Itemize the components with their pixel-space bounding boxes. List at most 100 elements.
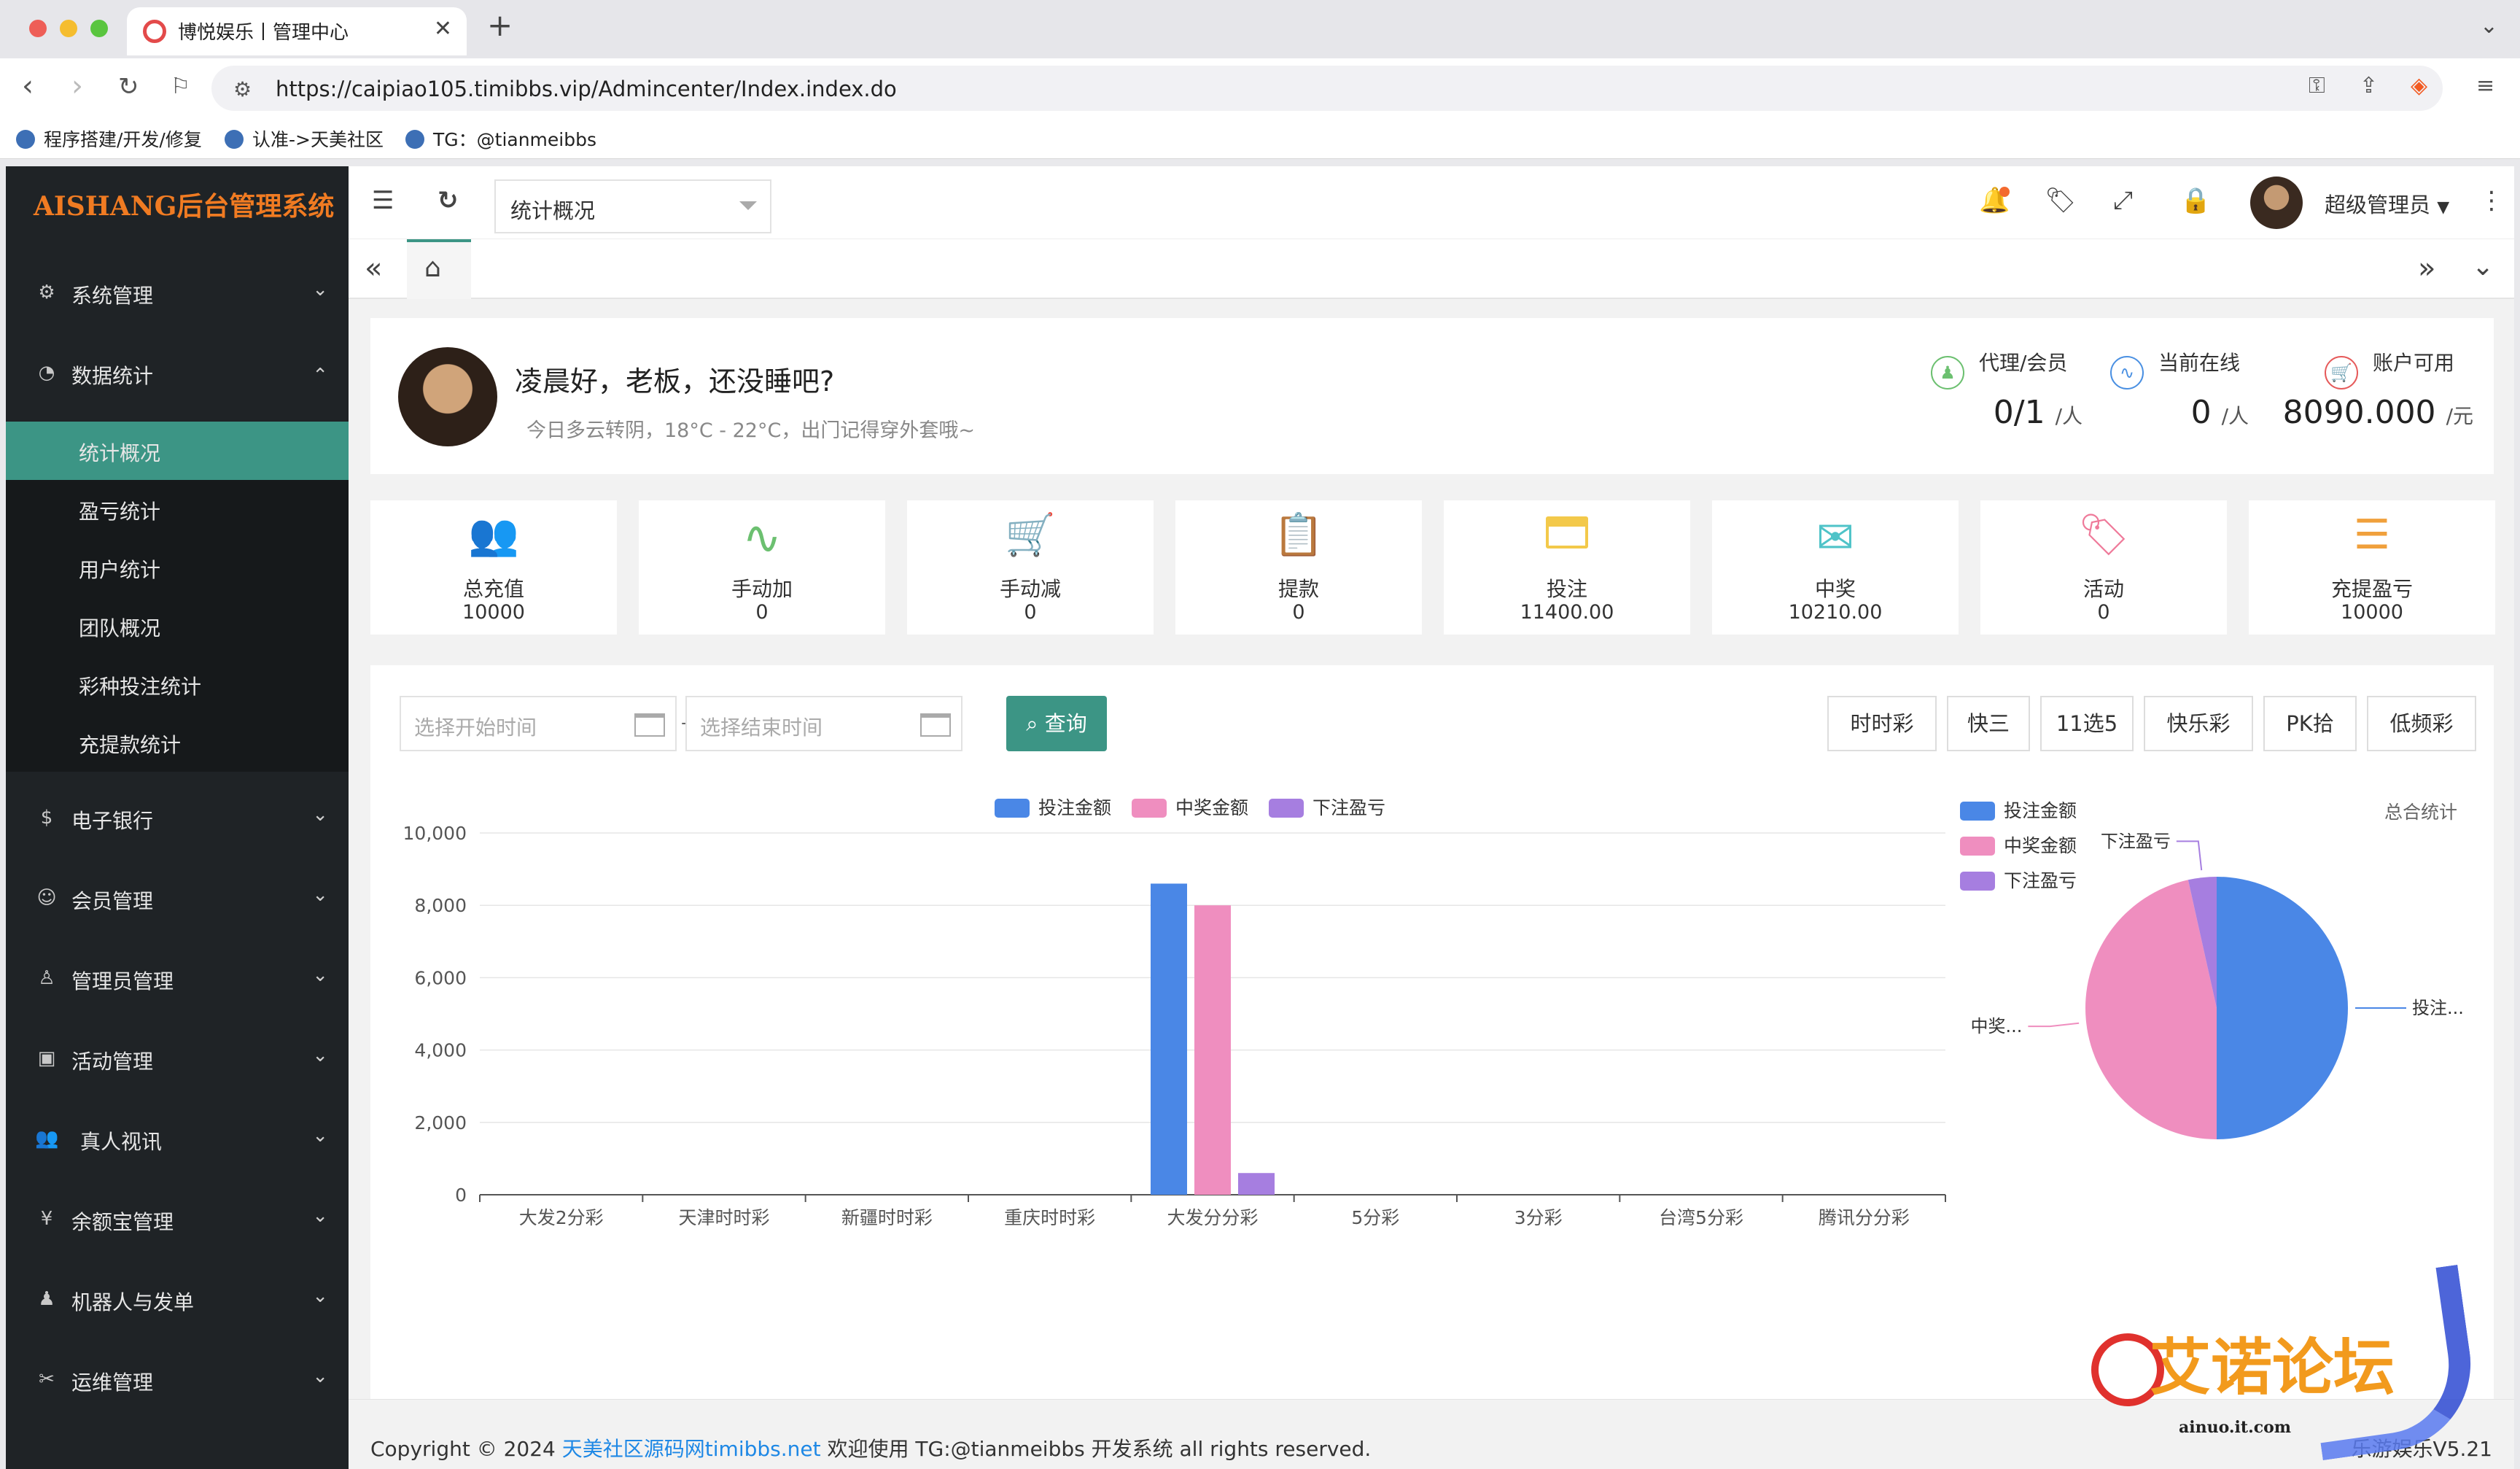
kpi-value: 0 [2097, 601, 2110, 624]
chevron-down-icon: ⌄ [312, 1125, 328, 1147]
brave-shield-icon[interactable]: ◈ [2411, 73, 2427, 98]
start-date-input[interactable]: 选择开始时间 [400, 696, 677, 751]
new-tab-icon[interactable]: + [487, 10, 513, 41]
refresh-icon[interactable]: ↻ [438, 188, 459, 213]
bookmark-label: 程序搭建/开发/修复 [44, 129, 202, 150]
sidebar-subitem-label: 统计概况 [79, 441, 161, 465]
browser-tab-bar: 博悦娱乐丨管理中心 ✕ + ⌄ [0, 0, 2520, 58]
sidebar-item-system[interactable]: ⚙ 系统管理 ⌄ [6, 257, 349, 330]
stat-agent-member: ♟ 代理/会员 0/1 /人 [1931, 347, 2082, 431]
fullscreen-icon[interactable]: ⤢ [2113, 188, 2133, 213]
site-settings-icon[interactable]: ⚙ [233, 77, 252, 101]
minimize-window-button[interactable] [60, 20, 77, 37]
sidebar-subitem-profit[interactable]: 盈亏统计 [6, 480, 349, 538]
filter-label: 低频彩 [2389, 711, 2454, 736]
close-window-button[interactable] [29, 20, 47, 37]
avatar[interactable] [2250, 177, 2303, 229]
filter-kuai3[interactable]: 快三 [1947, 696, 2030, 751]
scroll-right-icon[interactable]: » [2418, 254, 2435, 283]
tabs-dropdown-icon[interactable]: ⌄ [2472, 254, 2494, 280]
x-tick-label: 台湾5分彩 [1659, 1207, 1743, 1228]
sidebar-item-ops[interactable]: ✂ 运维管理 ⌄ [6, 1344, 349, 1416]
stat-online: ∿ 当前在线 0 /人 [2110, 347, 2271, 431]
gear-icon: ⚙ [38, 282, 55, 303]
sidebar-item-label: 数据统计 [71, 364, 154, 388]
stat-unit: /元 [2446, 404, 2473, 428]
app-topbar: ☰ ↻ 统计概况 🔔 🏷 ⤢ 🔒 超级管理员 ▼ ⋮ [349, 166, 2514, 239]
group-icon: 👥 [35, 1128, 59, 1150]
bookmark-item[interactable]: TG：@tianmeibbs [405, 125, 596, 152]
cart-icon: 🛒 [2325, 356, 2358, 389]
legend-item[interactable]: 投注金额 [1960, 794, 2077, 829]
close-tab-icon[interactable]: ✕ [434, 16, 452, 42]
filter-kuailecai[interactable]: 快乐彩 [2144, 696, 2253, 751]
kpi-value: 0 [1024, 601, 1037, 624]
browser-tab[interactable]: 博悦娱乐丨管理中心 ✕ [127, 7, 467, 55]
pie-label: 投注... [2412, 998, 2464, 1018]
x-tick-label: 大发2分彩 [519, 1207, 604, 1228]
footer-link[interactable]: 天美社区源码网timibbs.net [562, 1437, 821, 1461]
bookmark-favicon-icon [405, 130, 424, 149]
collapse-menu-icon[interactable]: ☰ [372, 188, 394, 213]
sidebar-subitem-deposits[interactable]: 充提款统计 [6, 713, 349, 772]
bookmark-label: TG：@tianmeibbs [433, 129, 596, 150]
tab-menu-chevron-icon[interactable]: ⌄ [2480, 13, 2498, 39]
sidebar-item-statistics[interactable]: ◔ 数据统计 ⌃ [6, 337, 349, 410]
sidebar-item-members[interactable]: ☺ 会员管理 ⌄ [6, 862, 349, 935]
x-tick-label: 3分彩 [1514, 1207, 1563, 1228]
sidebar-subitem-label: 充提款统计 [79, 733, 182, 757]
end-date-input[interactable]: 选择结束时间 [685, 696, 962, 751]
query-button[interactable]: ⌕ 查询 [1006, 696, 1107, 751]
browser-menu-icon[interactable]: ≡ [2476, 73, 2494, 98]
legend-swatch [1960, 802, 1995, 821]
filter-label: 快乐彩 [2166, 711, 2231, 736]
maximize-window-button[interactable] [90, 20, 108, 37]
filter-pk10[interactable]: PK拾 [2263, 696, 2357, 751]
sidebar-item-yuebao[interactable]: ¥ 余额宝管理 ⌄ [6, 1183, 349, 1256]
watermark-subtext: ainuo.it.com [2179, 1418, 2292, 1437]
page-select[interactable]: 统计概况 [494, 179, 771, 233]
sidebar-subitem-overview[interactable]: 统计概况 [6, 422, 349, 480]
bookmark-item[interactable]: 程序搭建/开发/修复 [16, 125, 202, 152]
back-icon[interactable]: ‹ [22, 71, 34, 101]
user-menu[interactable]: 超级管理员 ▼ [2325, 188, 2449, 219]
kpi-value: 0 [755, 601, 769, 624]
stat-label: 当前在线 [2158, 351, 2241, 375]
address-bar[interactable]: ⚙ https://caipiao105.timibbs.vip/Admince… [211, 66, 2443, 111]
app-logo: AISHANG后台管理系统 [34, 191, 335, 222]
y-tick-label: 2,000 [414, 1112, 467, 1133]
sidebar-subitem-lottery-bets[interactable]: 彩种投注统计 [6, 655, 349, 713]
sidebar-item-ebank[interactable]: $ 电子银行 ⌄ [6, 782, 349, 855]
chevron-down-icon: ⌄ [312, 804, 328, 826]
filter-shishicai[interactable]: 时时彩 [1827, 696, 1937, 751]
sidebar-subitem-users[interactable]: 用户统计 [6, 538, 349, 597]
tag-icon[interactable]: 🏷 [2045, 188, 2076, 213]
more-vertical-icon[interactable]: ⋮ [2479, 188, 2504, 213]
sidebar-item-live-video[interactable]: 👥 真人视讯 ⌄ [6, 1103, 349, 1176]
sidebar-item-robots[interactable]: ♟ 机器人与发单 ⌄ [6, 1263, 349, 1336]
sidebar-subitem-team[interactable]: 团队概况 [6, 597, 349, 655]
filter-11x5[interactable]: 11选5 [2040, 696, 2134, 751]
kpi-card-withdraw: 📋 提款 0 [1175, 500, 1422, 635]
forward-icon[interactable]: › [71, 71, 83, 101]
sidebar-item-admins[interactable]: ♙ 管理员管理 ⌄ [6, 942, 349, 1015]
reload-icon[interactable]: ↻ [118, 74, 139, 99]
chevron-down-icon: ⌄ [312, 1205, 328, 1227]
sidebar-item-activities[interactable]: ▣ 活动管理 ⌄ [6, 1023, 349, 1096]
share-icon[interactable]: ⇪ [2360, 73, 2378, 98]
bookmark-icon[interactable]: ⚐ [171, 76, 190, 98]
notification-dot [1999, 187, 2010, 197]
sidebar-item-label: 活动管理 [71, 1050, 154, 1074]
dollar-icon: $ [40, 807, 53, 829]
bookmark-item[interactable]: 认准->天美社区 [225, 125, 384, 152]
scroll-left-icon[interactable]: « [365, 254, 382, 283]
filter-dipincai[interactable]: 低频彩 [2367, 696, 2476, 751]
url-text[interactable]: https://caipiao105.timibbs.vip/Admincent… [276, 77, 897, 101]
lock-icon[interactable]: 🔒 [2180, 188, 2211, 213]
stat-unit: /人 [2221, 404, 2249, 428]
greeting-text: 凌晨好，老板，还没睡吧? [515, 365, 835, 398]
bookmarks-bar: 程序搭建/开发/修复 认准->天美社区 TG：@tianmeibbs [0, 118, 2520, 159]
key-icon[interactable]: ⚿ [2309, 73, 2325, 98]
tab-title: 博悦娱乐丨管理中心 [178, 22, 349, 44]
tab-home[interactable]: ⌂ [407, 239, 471, 299]
